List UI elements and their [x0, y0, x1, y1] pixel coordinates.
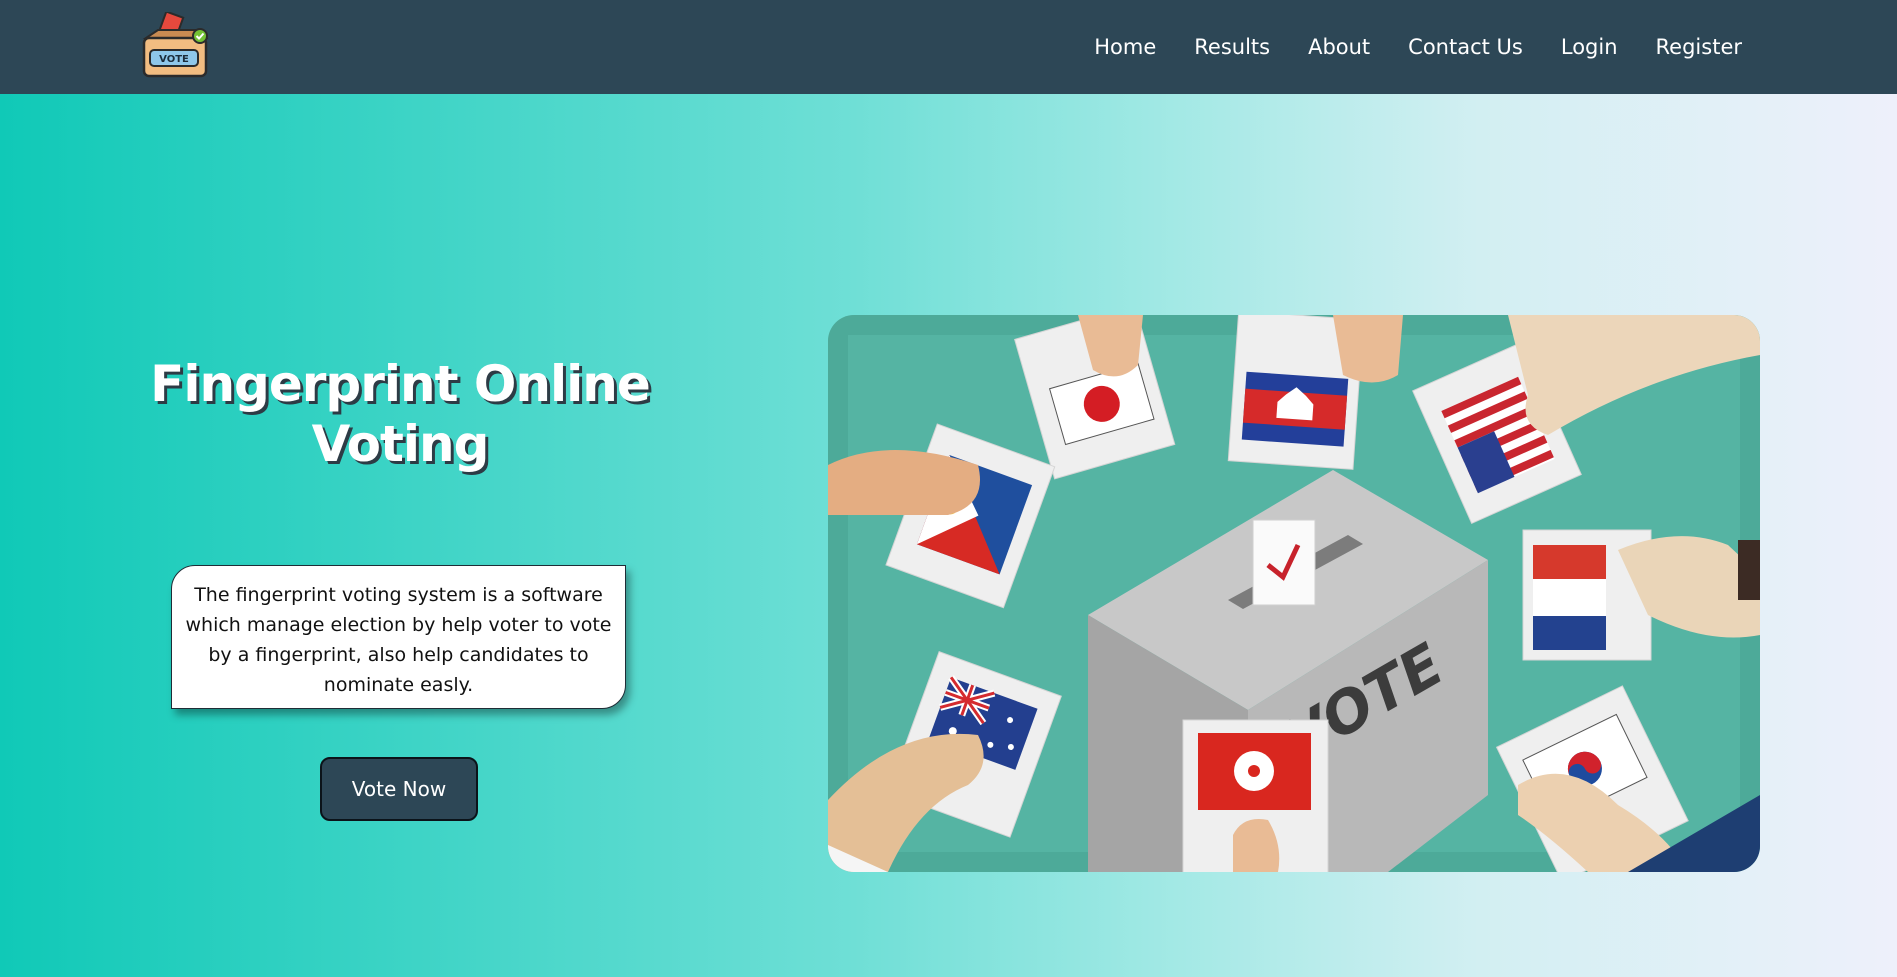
nav-link-contact-us[interactable]: Contact Us [1408, 35, 1523, 59]
voting-illustration: VOTE [828, 315, 1760, 872]
ballot-box-logo-icon[interactable]: VOTE [140, 10, 212, 80]
logo-text: VOTE [159, 54, 189, 65]
hero-title: Fingerprint Online Voting [150, 354, 651, 473]
nav-link-login[interactable]: Login [1561, 35, 1618, 59]
vote-now-button[interactable]: Vote Now [320, 757, 478, 821]
nav-link-home[interactable]: Home [1094, 35, 1156, 59]
navbar: VOTE Home Results About Contact Us Login… [0, 0, 1897, 94]
nav-link-register[interactable]: Register [1656, 35, 1742, 59]
hero-description: The fingerprint voting system is a softw… [171, 565, 626, 709]
nav-menu: Home Results About Contact Us Login Regi… [1094, 0, 1742, 94]
nav-link-results[interactable]: Results [1194, 35, 1270, 59]
nav-link-about[interactable]: About [1308, 35, 1370, 59]
